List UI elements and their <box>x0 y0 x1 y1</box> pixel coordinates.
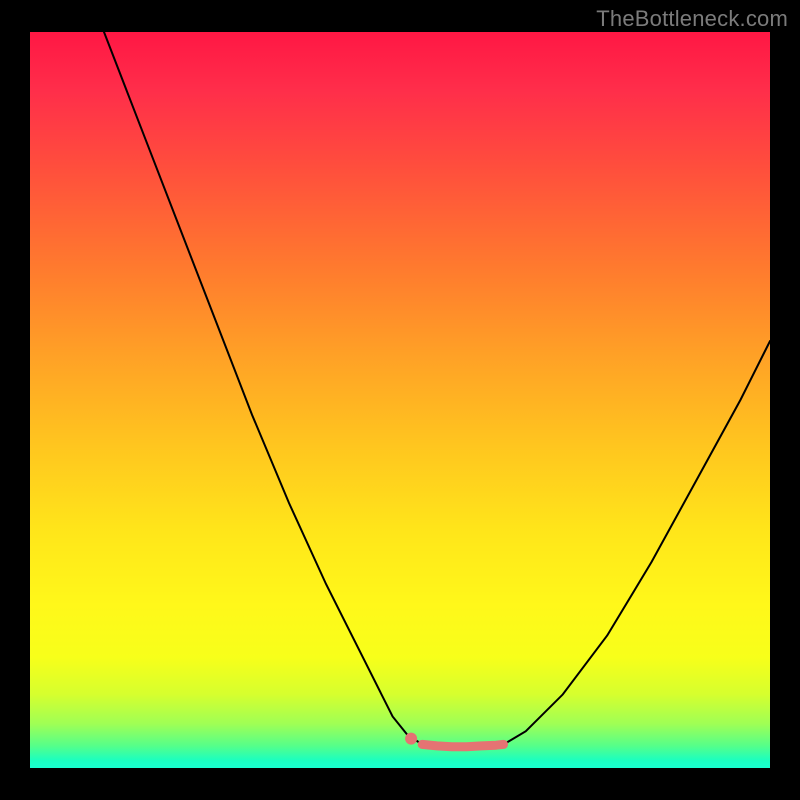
chart-frame: TheBottleneck.com <box>0 0 800 800</box>
flat-bottom-marker <box>422 744 503 746</box>
plot-area <box>30 32 770 768</box>
left-dot <box>405 733 417 745</box>
left-curve <box>104 32 422 744</box>
right-curve <box>504 341 770 744</box>
curve-layer <box>30 32 770 768</box>
watermark-text: TheBottleneck.com <box>596 6 788 32</box>
